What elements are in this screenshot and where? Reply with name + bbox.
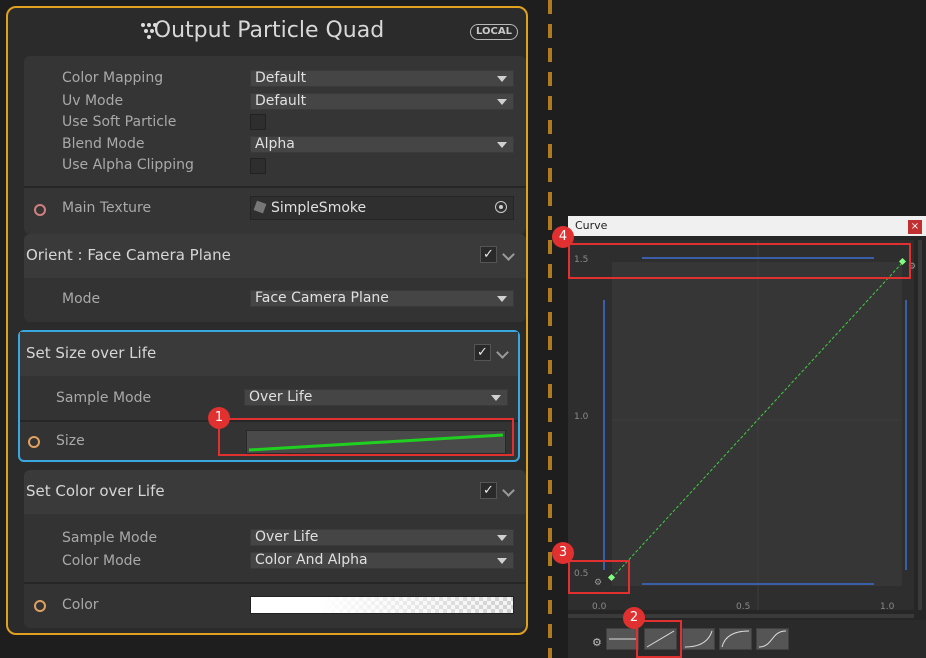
- size-label: Size: [56, 433, 85, 449]
- blend-mode-value: Alpha: [255, 136, 295, 152]
- curve-preset-ease-in-out[interactable]: [756, 628, 789, 650]
- local-badge: LOCAL: [470, 24, 518, 40]
- soft-particle-checkbox[interactable]: [250, 114, 266, 130]
- gear-icon[interactable]: ⚙: [592, 636, 602, 649]
- color-mapping-value: Default: [255, 70, 307, 86]
- annotation-badge-2: 2: [623, 607, 645, 629]
- annotation-badge-3: 3: [552, 542, 574, 564]
- chevron-down-icon: [497, 296, 507, 302]
- size-sample-mode-dropdown[interactable]: Over Life: [244, 389, 508, 406]
- x-tick-1-0: 1.0: [880, 602, 895, 612]
- curve-graph: [603, 240, 907, 610]
- flow-connector: [548, 0, 552, 658]
- color-mode-label: Color Mode: [62, 553, 142, 569]
- annotation-box-2: [636, 620, 682, 658]
- alpha-clipping-label: Use Alpha Clipping: [62, 157, 194, 173]
- curve-window-title: Curve: [575, 219, 608, 232]
- color-sample-mode-dropdown[interactable]: Over Life: [250, 529, 514, 546]
- block-orient-title: Orient : Face Camera Plane: [26, 246, 231, 264]
- annotation-box-3: [568, 560, 630, 594]
- block-set-color-title: Set Color over Life: [26, 482, 165, 500]
- uv-mode-value: Default: [255, 93, 307, 109]
- x-tick-0-5: 0.5: [736, 602, 751, 612]
- color-mode-dropdown[interactable]: Color And Alpha: [250, 552, 514, 569]
- curve-preset-flat[interactable]: [606, 628, 639, 650]
- chevron-down-icon: [497, 558, 507, 564]
- divider: [24, 582, 526, 584]
- close-button[interactable]: ×: [908, 220, 922, 234]
- output-settings-panel: Color Mapping Default Uv Mode Default Us…: [24, 56, 526, 234]
- block-orient-enable-checkbox[interactable]: ✓: [480, 246, 497, 263]
- annotation-badge-1: 1: [208, 407, 230, 429]
- chevron-down-icon: [497, 142, 507, 148]
- curve-preset-ease-out[interactable]: [719, 628, 752, 650]
- block-orient[interactable]: Orient : Face Camera Plane ✓ Mode Face C…: [24, 234, 526, 322]
- blend-mode-label: Blend Mode: [62, 136, 145, 152]
- chevron-down-icon: [491, 395, 501, 401]
- size-port[interactable]: [28, 436, 40, 448]
- chevron-down-icon: [497, 99, 507, 105]
- chevron-down-icon: [497, 535, 507, 541]
- color-mode-value: Color And Alpha: [255, 552, 368, 568]
- alpha-clipping-checkbox[interactable]: [250, 158, 266, 174]
- color-mapping-dropdown[interactable]: Default: [250, 70, 514, 87]
- horizontal-scrollbar[interactable]: [568, 614, 914, 618]
- chevron-down-icon: [497, 76, 507, 82]
- color-label: Color: [62, 597, 99, 613]
- divider: [24, 186, 526, 188]
- annotation-badge-4: 4: [552, 226, 574, 248]
- node-title: Output Particle Quad: [153, 18, 385, 43]
- color-sample-mode-value: Over Life: [255, 529, 319, 545]
- main-texture-port[interactable]: [34, 204, 46, 216]
- vertical-scrollbar[interactable]: [918, 240, 922, 610]
- main-texture-value: SimpleSmoke: [271, 200, 367, 216]
- color-sample-mode-label: Sample Mode: [62, 530, 158, 546]
- curve-preset-ease-in[interactable]: [682, 628, 715, 650]
- orient-mode-label: Mode: [62, 291, 101, 307]
- block-set-color-enable-checkbox[interactable]: ✓: [480, 482, 497, 499]
- color-port[interactable]: [34, 600, 46, 612]
- annotation-box-1: [218, 418, 514, 456]
- color-mapping-label: Color Mapping: [62, 70, 164, 86]
- main-texture-label: Main Texture: [62, 200, 152, 216]
- x-tick-0-0: 0.0: [592, 602, 607, 612]
- blend-mode-dropdown[interactable]: Alpha: [250, 136, 514, 153]
- color-gradient-field[interactable]: [250, 596, 514, 614]
- texture-icon: [253, 200, 267, 214]
- annotation-box-4: [568, 243, 911, 279]
- size-sample-mode-value: Over Life: [249, 389, 313, 405]
- orient-mode-dropdown[interactable]: Face Camera Plane: [250, 290, 514, 307]
- block-set-color[interactable]: Set Color over Life ✓ Sample Mode Over L…: [24, 470, 526, 628]
- curve-titlebar[interactable]: [568, 216, 926, 236]
- main-texture-field[interactable]: SimpleSmoke: [250, 196, 514, 220]
- orient-mode-value: Face Camera Plane: [255, 290, 389, 306]
- block-set-size-enable-checkbox[interactable]: ✓: [474, 344, 491, 361]
- uv-mode-dropdown[interactable]: Default: [250, 93, 514, 110]
- soft-particle-label: Use Soft Particle: [62, 114, 177, 130]
- uv-mode-label: Uv Mode: [62, 93, 124, 109]
- block-set-size-title: Set Size over Life: [26, 344, 157, 362]
- size-sample-mode-label: Sample Mode: [56, 390, 152, 406]
- object-picker-icon[interactable]: [495, 201, 507, 213]
- output-particle-quad-node[interactable]: Output Particle Quad LOCAL Color Mapping…: [6, 6, 528, 635]
- y-tick-1-0: 1.0: [574, 412, 589, 422]
